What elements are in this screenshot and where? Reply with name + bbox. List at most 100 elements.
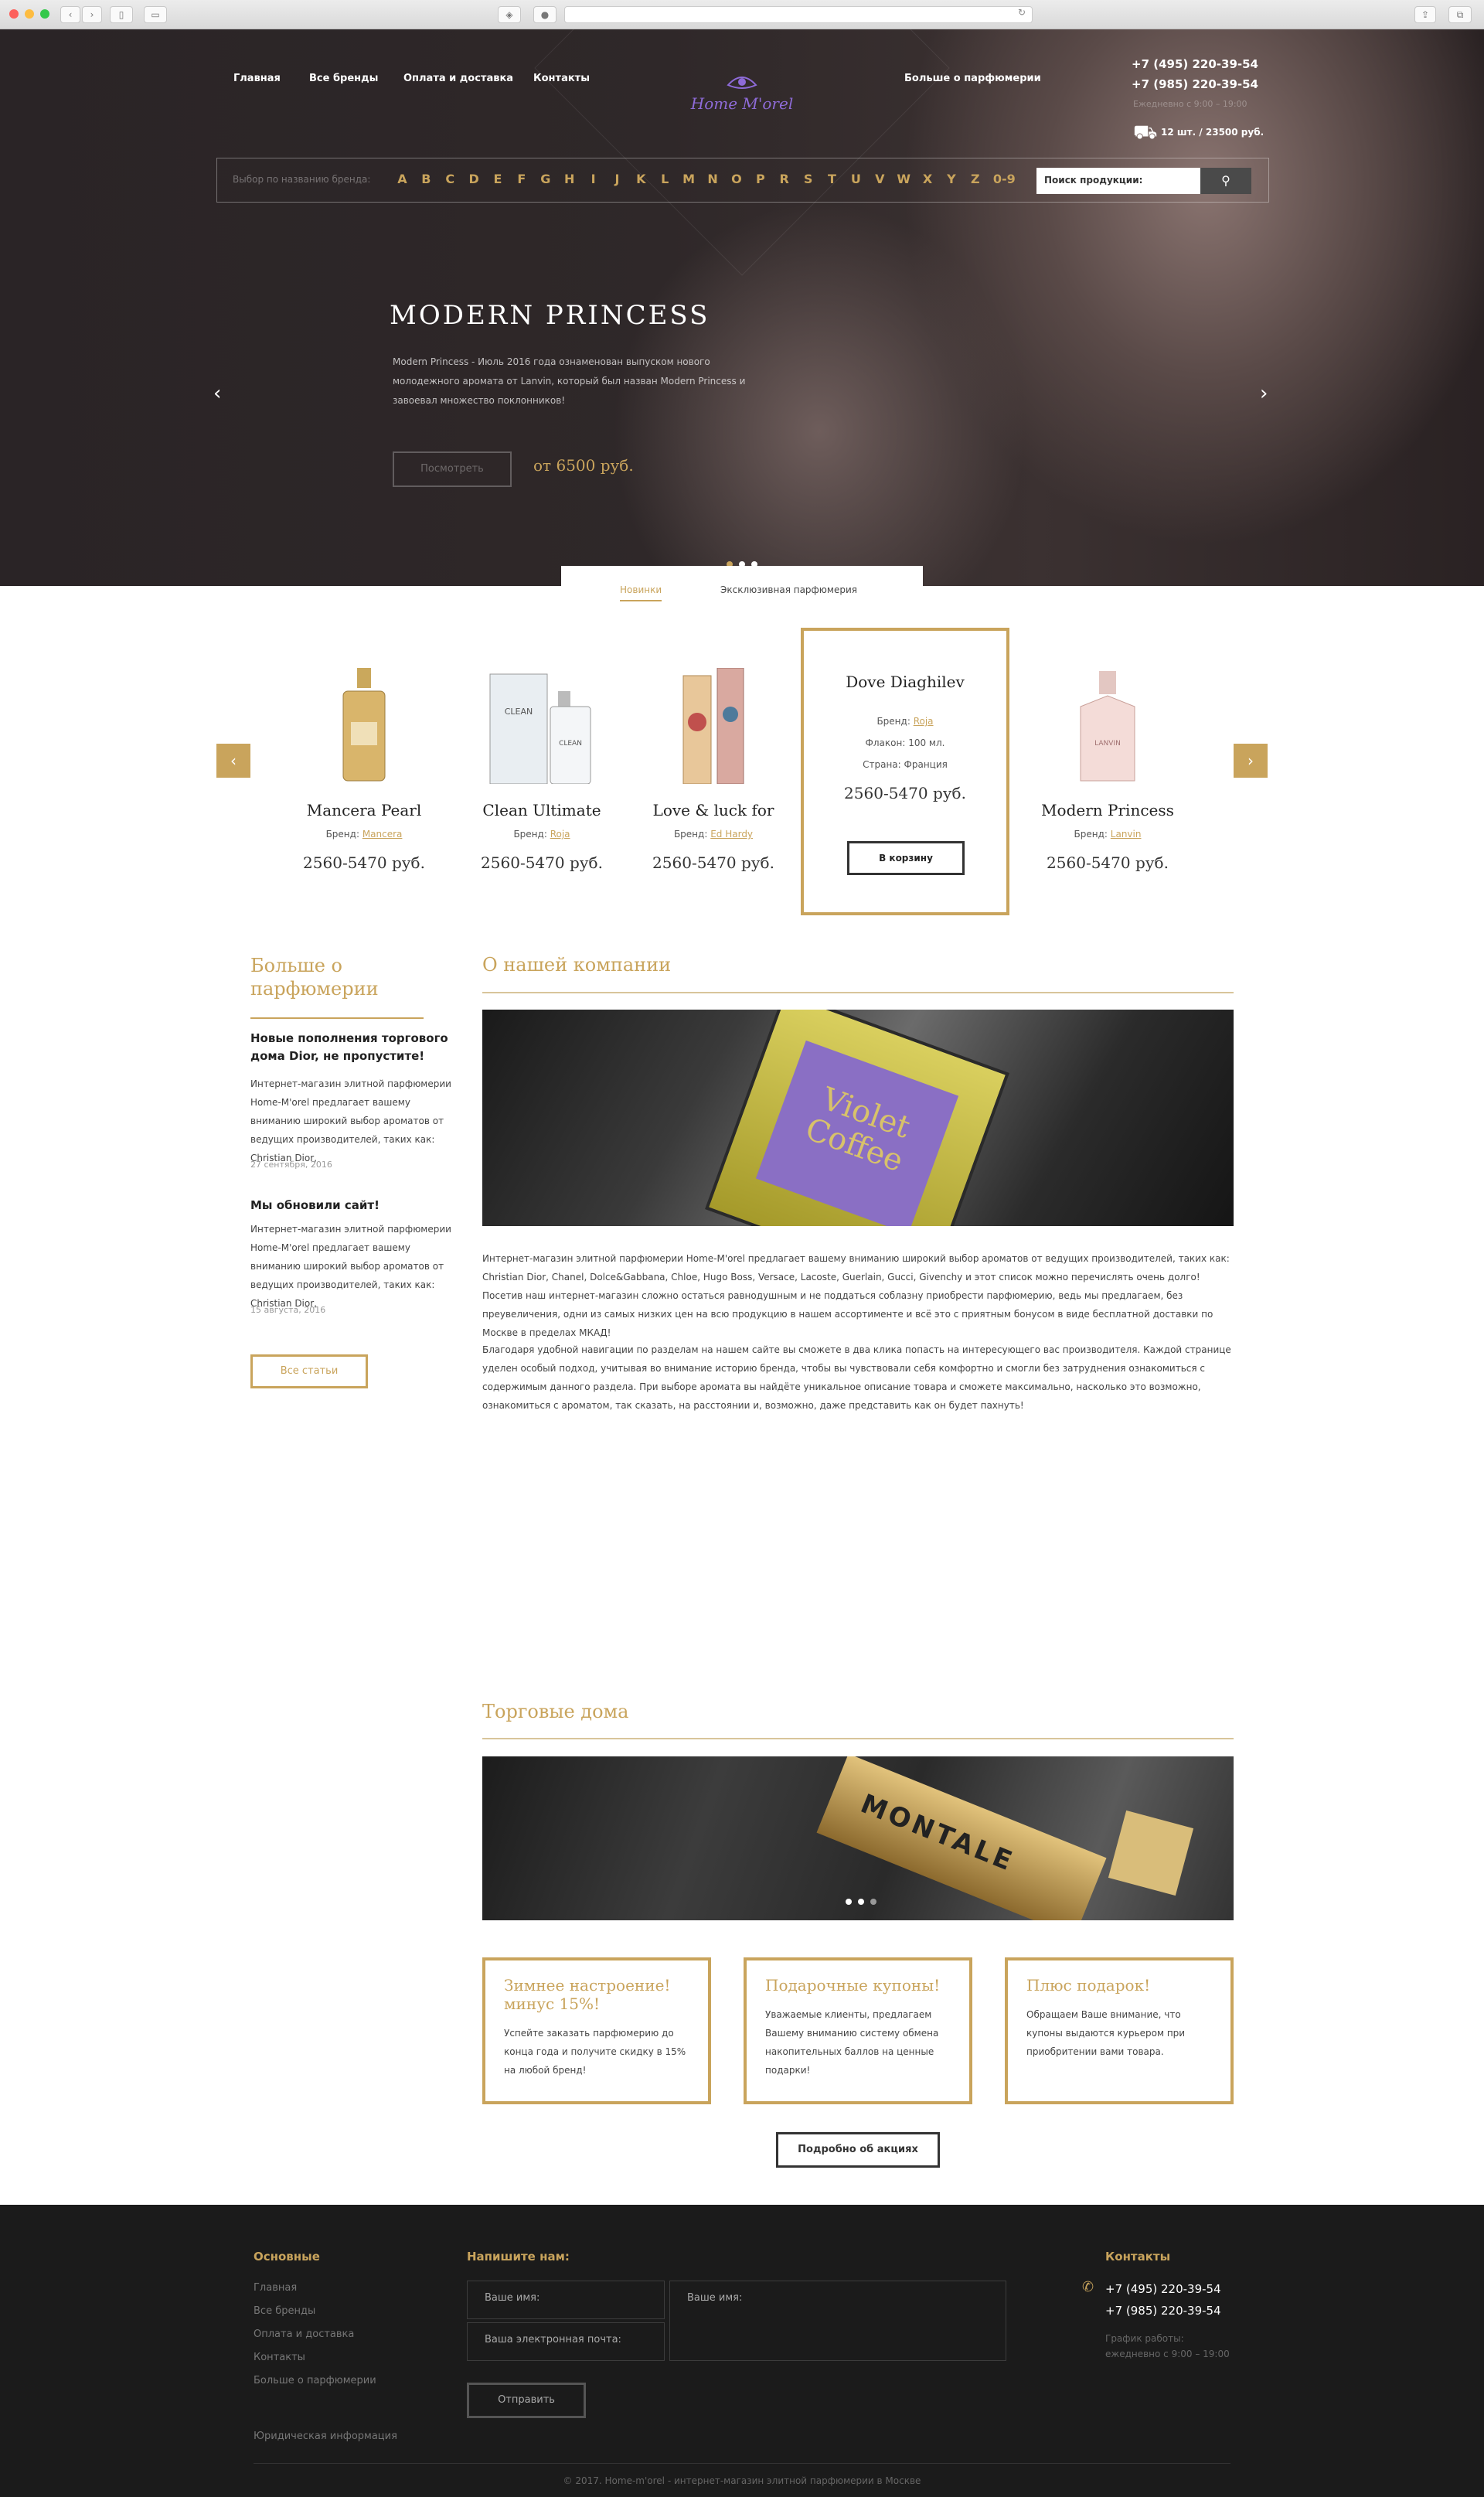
alphabet-letter[interactable]: M [677, 172, 701, 186]
houses-dot-1[interactable] [846, 1899, 852, 1905]
alphabet-letter[interactable]: P [748, 172, 772, 186]
news-title[interactable]: Мы обновили сайт! [250, 1197, 459, 1214]
tab-new[interactable]: Новинки [620, 584, 662, 601]
product-card[interactable]: Love & luck for Бренд: Ed Hardy 2560-547… [632, 629, 795, 915]
address-bar[interactable]: ↻ [564, 6, 1033, 23]
houses-dot-3[interactable] [870, 1899, 876, 1905]
alphabet-letter[interactable]: X [916, 172, 940, 186]
alphabet-letter[interactable]: S [796, 172, 820, 186]
footer-link-home[interactable]: Главная [254, 2282, 297, 2294]
promo-card[interactable]: Зимнее настроение! минус 15%! Успейте за… [482, 1957, 711, 2104]
alphabet-letter[interactable]: J [605, 172, 629, 186]
footer-link-more[interactable]: Больше о парфюмерии [254, 2375, 376, 2386]
product-name[interactable]: Clean Ultimate [461, 801, 623, 819]
divider [254, 2463, 1230, 2464]
alphabet-letter[interactable]: N [701, 172, 725, 186]
nav-home[interactable]: Главная [233, 73, 281, 84]
alphabet-letter[interactable]: E [486, 172, 510, 186]
slider-prev-icon[interactable]: ‹ [213, 382, 221, 405]
alphabet-letter[interactable]: G [533, 172, 557, 186]
vpn-icon[interactable]: ● [533, 6, 556, 23]
tab-exclusive[interactable]: Эксклюзивная парфюмерия [720, 584, 857, 595]
search-input[interactable]: Поиск продукции: [1036, 168, 1200, 194]
all-articles-button[interactable]: Все статьи [250, 1354, 368, 1388]
cart-icon[interactable]: ⛟ [1133, 121, 1157, 145]
alphabet-letter[interactable]: Y [939, 172, 963, 186]
alphabet-letter[interactable]: K [629, 172, 653, 186]
news-title[interactable]: Новые пополнения торгового дома Dior, не… [250, 1030, 459, 1065]
view-button[interactable]: Посмотреть [393, 451, 512, 487]
zoom-window-dot[interactable] [40, 9, 49, 19]
brand-link[interactable]: Roja [550, 829, 570, 840]
alphabet-letter[interactable]: U [844, 172, 868, 186]
brand-link[interactable]: Lanvin [1111, 829, 1142, 840]
footer: Основные Главная Все бренды Оплата и дос… [0, 2205, 1484, 2497]
sidebar-icon[interactable]: ▯ [110, 6, 133, 23]
promo-details-button[interactable]: Подробно об акциях [776, 2132, 940, 2168]
alphabet-letter[interactable]: I [581, 172, 605, 186]
search-icon[interactable]: ⚲ [1200, 168, 1251, 194]
footer-link-brands[interactable]: Все бренды [254, 2305, 315, 2317]
product-card-highlighted[interactable]: Dove Diaghilev Бренд: Roja Флакон: 100 м… [801, 628, 1009, 915]
minimize-window-dot[interactable] [25, 9, 34, 19]
cart-summary[interactable]: 12 шт. / 23500 руб. [1161, 127, 1264, 138]
footer-email-field[interactable]: Ваша электронная почта: [467, 2322, 665, 2361]
slider-next-icon[interactable]: › [1260, 382, 1268, 405]
footer-phone-1[interactable]: +7 (495) 220-39-54 [1105, 2282, 1221, 2296]
footer-link-delivery[interactable]: Оплата и доставка [254, 2328, 354, 2340]
product-name[interactable]: Modern Princess [1026, 801, 1189, 819]
brand-link[interactable]: Roja [914, 716, 934, 727]
alphabet-letter[interactable]: O [724, 172, 748, 186]
promo-card[interactable]: Плюс подарок! Обращаем Ваше внимание, чт… [1005, 1957, 1234, 2104]
add-to-cart-button[interactable]: В корзину [847, 841, 965, 875]
header-phone-2[interactable]: +7 (985) 220-39-54 [1132, 77, 1258, 91]
product-name[interactable]: Love & luck for [632, 801, 795, 819]
product-card[interactable]: CLEAN CLEAN Clean Ultimate Бренд: Roja 25… [461, 629, 623, 915]
montale-label: MONTALE [816, 1756, 1107, 1920]
back-icon[interactable]: ‹ [60, 6, 80, 23]
product-card[interactable]: Mancera Pearl Бренд: Mancera 2560-5470 р… [283, 629, 445, 915]
share-icon[interactable]: ⇪ [1414, 6, 1436, 23]
alphabet-letter[interactable]: A [390, 172, 414, 186]
alphabet-letter[interactable]: D [462, 172, 486, 186]
site-logo[interactable]: Home M'orel [680, 65, 804, 127]
alphabet-letter[interactable]: T [820, 172, 844, 186]
product-card[interactable]: LANVIN Modern Princess Бренд: Lanvin 256… [1026, 629, 1189, 915]
extension-icon[interactable]: ◈ [498, 6, 521, 23]
footer-send-button[interactable]: Отправить [467, 2383, 586, 2418]
promo-card[interactable]: Подарочные купоны! Уважаемые клиенты, пр… [744, 1957, 972, 2104]
logo-text: Home M'orel [690, 94, 794, 113]
nav-contacts[interactable]: Контакты [533, 73, 590, 84]
tabs-icon[interactable]: ⧉ [1448, 6, 1472, 23]
alphabet-letter[interactable]: B [414, 172, 438, 186]
alphabet-letter[interactable]: H [557, 172, 581, 186]
brand-link[interactable]: Mancera [362, 829, 403, 840]
alphabet-letter[interactable]: C [438, 172, 462, 186]
footer-phone-2[interactable]: +7 (985) 220-39-54 [1105, 2304, 1221, 2318]
houses-dot-2[interactable] [858, 1899, 864, 1905]
footer-legal-link[interactable]: Юридическая информация [254, 2431, 397, 2442]
product-name[interactable]: Dove Diaghilev [804, 673, 1006, 691]
nav-more[interactable]: Больше о парфюмерии [904, 73, 1041, 84]
footer-link-contacts[interactable]: Контакты [254, 2352, 305, 2363]
brand-link[interactable]: Ed Hardy [710, 829, 753, 840]
footer-name-field[interactable]: Ваше имя: [467, 2281, 665, 2319]
reader-icon[interactable]: ▭ [144, 6, 167, 23]
alphabet-letter[interactable]: 0-9 [987, 172, 1021, 186]
carousel-prev-icon[interactable]: ‹ [216, 744, 250, 778]
forward-icon[interactable]: › [82, 6, 102, 23]
header-phone-1[interactable]: +7 (495) 220-39-54 [1132, 57, 1258, 71]
alphabet-letter[interactable]: L [653, 172, 677, 186]
alphabet-letter[interactable]: W [892, 172, 916, 186]
nav-delivery[interactable]: Оплата и доставка [403, 73, 513, 84]
footer-message-field[interactable]: Ваше имя: [669, 2281, 1006, 2361]
alphabet-letter[interactable]: R [772, 172, 796, 186]
alphabet-letter[interactable]: F [509, 172, 533, 186]
close-window-dot[interactable] [9, 9, 19, 19]
alphabet-letter[interactable]: Z [963, 172, 987, 186]
product-name[interactable]: Mancera Pearl [283, 801, 445, 819]
nav-brands[interactable]: Все бренды [309, 73, 378, 84]
carousel-next-icon[interactable]: › [1234, 744, 1268, 778]
alphabet-letter[interactable]: V [868, 172, 892, 186]
reload-icon[interactable]: ↻ [1018, 7, 1026, 18]
